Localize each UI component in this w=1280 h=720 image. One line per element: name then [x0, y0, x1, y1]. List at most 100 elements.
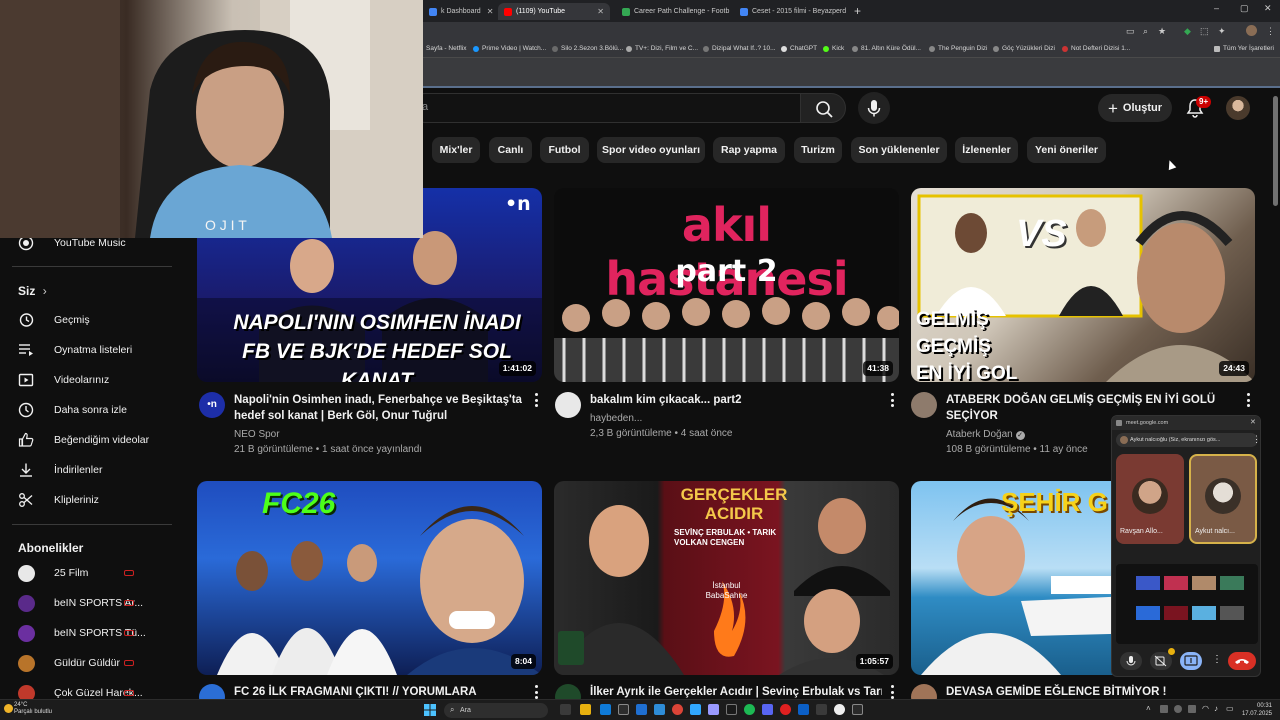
channel-name[interactable]: NEO Spor: [234, 427, 280, 442]
bookmark-item[interactable]: The Penguin Dizi: [929, 45, 988, 52]
sidebar-item-liked-videos[interactable]: Beğendiğim videolar: [18, 429, 149, 451]
extension-icon[interactable]: ◆: [1184, 26, 1191, 37]
zoom-icon[interactable]: ⌕: [1143, 26, 1148, 37]
outlook-icon[interactable]: [636, 704, 647, 715]
search-button[interactable]: [800, 93, 846, 123]
video-menu-icon[interactable]: [532, 685, 540, 699]
browser-tab[interactable]: Ceset - 2015 filmi - Beyazperd ✕: [734, 3, 850, 20]
bookmark-item[interactable]: Not Defteri Dizisi 1...: [1062, 45, 1130, 52]
bookmark-item[interactable]: Silo 2.Sezon 3.Bölü...: [552, 45, 623, 52]
sidebar-subscription[interactable]: Güldür Güldür: [18, 653, 168, 673]
create-button[interactable]: + Oluştur: [1098, 94, 1172, 122]
video-thumbnail[interactable]: FC26 8:04: [197, 481, 542, 675]
tab-close-icon[interactable]: ✕: [487, 7, 494, 16]
tray-app-icon[interactable]: [1160, 705, 1168, 713]
minimize-icon[interactable]: –: [1214, 3, 1219, 13]
taskbar-clock[interactable]: 00:31 17.07.2025: [1238, 702, 1272, 718]
camera-toggle-button[interactable]: [1150, 652, 1172, 670]
edge-icon[interactable]: [600, 704, 611, 715]
close-window-icon[interactable]: ✕: [1264, 3, 1272, 14]
premiere-icon[interactable]: [708, 704, 719, 715]
maximize-icon[interactable]: ▢: [1240, 3, 1249, 14]
sidebar-item-downloads[interactable]: İndirilenler: [18, 459, 102, 481]
sidebar-item-watch-later[interactable]: Daha sonra izle: [18, 399, 127, 421]
new-tab-icon[interactable]: +: [854, 4, 861, 18]
volume-icon[interactable]: ♪: [1214, 704, 1218, 713]
sidebar-item-your-videos[interactable]: Videolarınız: [18, 369, 109, 391]
discord-icon[interactable]: [762, 704, 773, 715]
chip-live[interactable]: Canlı: [489, 137, 532, 163]
photoshop-icon[interactable]: [690, 704, 701, 715]
bookmark-item[interactable]: Kick: [823, 45, 844, 52]
channel-avatar[interactable]: [911, 392, 937, 418]
sidebar-item-clips[interactable]: Klipleriniz: [18, 489, 99, 511]
leave-call-button[interactable]: [1228, 652, 1256, 670]
extension-icon[interactable]: ⬚: [1200, 26, 1209, 37]
channel-avatar[interactable]: •n: [199, 392, 225, 418]
bookmark-item[interactable]: Sayfa - Netflix: [426, 45, 466, 52]
video-menu-icon[interactable]: [888, 393, 896, 407]
tray-chevron-icon[interactable]: ˄: [1146, 704, 1151, 713]
voice-search-button[interactable]: [858, 92, 890, 124]
video-title[interactable]: DEVASA GEMİDE EĞLENCE BİTMİYOR !: [946, 684, 1216, 700]
app-icon[interactable]: [816, 704, 827, 715]
sidebar-you-heading[interactable]: Siz ›: [18, 284, 47, 298]
tray-app-icon[interactable]: [1174, 705, 1182, 713]
weather-widget[interactable]: 24°C Parçalı bulutlu: [14, 702, 52, 716]
meet-more-icon[interactable]: ⋮: [1212, 654, 1222, 665]
store-icon[interactable]: [618, 704, 629, 715]
sidebar-subscription[interactable]: 25 Film: [18, 563, 168, 583]
video-menu-icon[interactable]: [532, 393, 540, 407]
spotify-icon[interactable]: [744, 704, 755, 715]
participant-tile-active[interactable]: Aykut nalcı...: [1189, 454, 1257, 544]
tray-app-icon[interactable]: [1188, 705, 1196, 713]
mic-toggle-button[interactable]: [1120, 652, 1142, 670]
browser-tab[interactable]: k Dashboard ✕: [423, 3, 495, 20]
search-input[interactable]: [410, 93, 802, 123]
chip-tourism[interactable]: Turizm: [794, 137, 842, 163]
meet-menu-icon[interactable]: ⋮: [1252, 434, 1260, 445]
chip-mixes[interactable]: Mix'ler: [432, 137, 480, 163]
extensions-puzzle-icon[interactable]: ✦: [1218, 26, 1226, 37]
video-thumbnail[interactable]: VS GELMİŞ GEÇMİŞ EN İYİ GOL 24:43: [911, 188, 1255, 382]
bookmark-star-icon[interactable]: ★: [1158, 26, 1166, 37]
windows-start-icon[interactable]: [424, 704, 436, 716]
taskbar-search[interactable]: Ara: [444, 703, 548, 718]
channel-name[interactable]: Ataberk Doğan ✓: [946, 427, 1025, 442]
bookmark-item[interactable]: Göç Yüzükleri Dizi: [993, 45, 1055, 52]
obs-icon[interactable]: [834, 704, 845, 715]
app-icon[interactable]: [852, 704, 863, 715]
video-title[interactable]: bakalım kim çıkacak... part2: [590, 392, 880, 408]
battery-icon[interactable]: ▭: [1226, 704, 1234, 713]
video-title[interactable]: Napoli'nin Osimhen inadı, Fenerbahçe ve …: [234, 392, 524, 424]
bookmark-item[interactable]: Prime Video | Watch...: [473, 45, 546, 52]
app-icon[interactable]: [780, 704, 791, 715]
participant-tile[interactable]: Ravşan Allo...: [1116, 454, 1184, 544]
browser-tab[interactable]: Career Path Challenge - Footb ✕: [616, 3, 732, 20]
video-menu-icon[interactable]: [1244, 393, 1252, 407]
chip-rap[interactable]: Rap yapma: [713, 137, 785, 163]
present-screen-button[interactable]: [1180, 652, 1202, 670]
sidebar-item-history[interactable]: Geçmiş: [18, 309, 90, 331]
chip-new-suggestions[interactable]: Yeni öneriler: [1027, 137, 1106, 163]
browser-tab-active[interactable]: (1109) YouTube ✕: [498, 3, 610, 20]
bookmark-item[interactable]: 81. Altın Küre Ödül...: [852, 45, 921, 52]
all-bookmarks-folder[interactable]: Tüm Yer İşaretleri: [1214, 45, 1274, 52]
task-view-icon[interactable]: [560, 704, 571, 715]
channel-avatar[interactable]: [555, 392, 581, 418]
bookmark-item[interactable]: TV+: Dizi, Film ve C...: [626, 45, 698, 52]
app-icon[interactable]: [654, 704, 665, 715]
video-thumbnail[interactable]: akıl hastanesi part 2 41:38: [554, 188, 899, 382]
browser-menu-icon[interactable]: ⋮: [1266, 26, 1275, 37]
channel-name[interactable]: haybeden...: [590, 411, 642, 426]
app-icon[interactable]: [798, 704, 809, 715]
sidebar-subscription[interactable]: beIN SPORTS Ar...: [18, 593, 168, 613]
video-menu-icon[interactable]: [888, 685, 896, 699]
sidebar-item-playlists[interactable]: Oynatma listeleri: [18, 339, 132, 361]
meet-close-icon[interactable]: ✕: [1250, 418, 1256, 426]
app-icon[interactable]: [726, 704, 737, 715]
bookmark-item[interactable]: ChatGPT: [781, 45, 817, 52]
chip-watched[interactable]: İzlenenler: [955, 137, 1018, 163]
video-title[interactable]: FC 26 İLK FRAGMANI ÇIKTI! // YORUMLARA: [234, 684, 524, 700]
chip-recently-uploaded[interactable]: Son yüklenenler: [851, 137, 947, 163]
